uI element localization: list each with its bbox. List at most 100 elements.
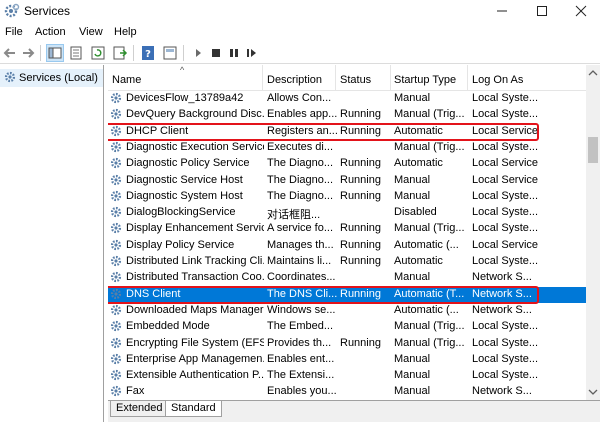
table-row[interactable]: Display Enhancement Service A service fo.… <box>108 221 586 237</box>
service-name: Extensible Authentication P... <box>126 369 264 382</box>
gear-icon <box>110 239 122 250</box>
menu-view[interactable]: View <box>79 26 103 38</box>
service-startup-type: Manual <box>394 92 431 104</box>
service-status: Running <box>340 255 381 267</box>
service-description: Coordinates... <box>267 271 336 284</box>
gear-icon <box>110 337 122 348</box>
service-name: DevicesFlow_13789a42 <box>126 92 244 104</box>
svg-text:?: ? <box>145 49 151 60</box>
service-log-on-as: Local Syste... <box>472 352 539 365</box>
vertical-scrollbar[interactable] <box>586 65 600 400</box>
service-status <box>340 92 392 107</box>
service-name: Embedded Mode <box>126 320 210 333</box>
service-name: Distributed Link Tracking Cli... <box>126 255 264 267</box>
service-status <box>340 206 392 221</box>
gear-icon <box>110 304 122 315</box>
table-row[interactable]: Fax Enables you... Manual Network S... <box>108 384 586 400</box>
highlight-box-dhcp <box>108 123 539 141</box>
service-name: Diagnostic Policy Service <box>126 157 250 170</box>
back-icon[interactable] <box>2 45 18 61</box>
service-status: Running <box>340 108 381 121</box>
table-row[interactable]: Display Policy Service Manages th... Runni… <box>108 238 586 254</box>
service-startup-type: Automatic <box>394 157 443 170</box>
tree-item-services-local[interactable]: Services (Local) <box>0 69 103 87</box>
service-startup-type: Manual <box>394 369 431 382</box>
gear-icon <box>110 158 122 169</box>
console-tree-icon[interactable] <box>46 44 64 62</box>
service-log-on-as: Local Syste... <box>472 189 539 202</box>
service-status <box>340 353 392 368</box>
gear-icon <box>110 272 122 283</box>
service-description: Enables you... <box>267 385 337 398</box>
service-name: Distributed Transaction Coo... <box>126 271 264 284</box>
window-title: Services <box>24 4 71 18</box>
table-row[interactable]: Extensible Authentication P... The Extens… <box>108 368 586 384</box>
column-header-log-on-as[interactable]: Log On As <box>468 65 586 91</box>
table-row[interactable]: Diagnostic System Host The Diagno... Runni… <box>108 189 586 205</box>
properties-icon[interactable] <box>68 45 84 61</box>
tab-extended[interactable]: Extended <box>110 401 169 417</box>
table-row[interactable]: Diagnostic Execution Service Executes di.… <box>108 140 586 156</box>
forward-icon[interactable] <box>20 45 36 61</box>
start-icon[interactable] <box>190 45 206 61</box>
column-header-description[interactable]: Description <box>263 65 336 91</box>
service-status: Running <box>340 238 381 251</box>
service-startup-type: Manual (Trig... <box>394 140 465 153</box>
table-row[interactable]: DevQuery Background Disc... Enables app..… <box>108 107 586 123</box>
menu-action[interactable]: Action <box>35 26 66 38</box>
menu-help[interactable]: Help <box>114 26 137 38</box>
gear-icon <box>110 207 122 218</box>
table-row[interactable]: Distributed Link Tracking Cli... Maintain… <box>108 254 586 270</box>
table-row[interactable]: Distributed Transaction Coo... Coordinate… <box>108 270 586 286</box>
column-header-startup-type[interactable]: Startup Type <box>391 65 468 91</box>
minimize-icon[interactable] <box>487 0 517 22</box>
export-icon[interactable] <box>112 45 128 61</box>
menu-file[interactable]: File <box>5 26 23 38</box>
show-hide-icon[interactable] <box>162 45 178 61</box>
table-row[interactable]: DevicesFlow_13789a42 Allows Con... Manual L… <box>108 91 586 107</box>
stop-icon[interactable] <box>208 45 224 61</box>
help-icon[interactable]: ? <box>140 45 156 61</box>
refresh-icon[interactable] <box>90 45 106 61</box>
pause-icon[interactable] <box>226 45 242 61</box>
service-name: Diagnostic Service Host <box>126 173 243 186</box>
service-description: Executes di... <box>267 140 334 153</box>
service-name: Display Policy Service <box>126 238 235 251</box>
table-row[interactable]: Enterprise App Managemen... Enables ent..… <box>108 352 586 368</box>
column-label: Startup Type <box>394 74 457 86</box>
service-status <box>340 271 392 286</box>
service-name: Diagnostic Execution Service <box>126 140 264 153</box>
table-row[interactable]: Embedded Mode The Embed... Manual (Trig...… <box>108 319 586 335</box>
close-icon[interactable] <box>567 0 597 22</box>
scroll-up-icon[interactable] <box>586 66 600 80</box>
service-description: The Diagno... <box>267 189 334 202</box>
service-description: A service fo... <box>267 222 334 235</box>
scroll-down-icon[interactable] <box>586 385 600 399</box>
table-row[interactable]: Downloaded Maps Manager Windows se... Auto… <box>108 303 586 319</box>
service-startup-type: Automatic (... <box>394 238 459 251</box>
column-header-name[interactable]: ^ Name <box>108 65 263 91</box>
table-row[interactable]: Diagnostic Service Host The Diagno... Runn… <box>108 173 586 189</box>
service-name: Downloaded Maps Manager <box>126 303 264 316</box>
service-startup-type: Automatic (... <box>394 303 459 316</box>
scrollbar-thumb[interactable] <box>588 137 598 163</box>
service-name: DevQuery Background Disc... <box>126 108 264 121</box>
gear-icon <box>4 71 16 83</box>
service-name: DialogBlockingService <box>126 206 236 219</box>
restart-icon[interactable] <box>244 45 260 61</box>
service-startup-type: Manual <box>394 352 431 365</box>
toolbar-separator <box>183 45 184 61</box>
service-log-on-as: Local Service <box>472 173 539 186</box>
table-row[interactable]: DialogBlockingService 对话框阻... Disabled Loca… <box>108 205 586 221</box>
table-row[interactable]: Diagnostic Policy Service The Diagno... Ru… <box>108 156 586 172</box>
service-status: Running <box>340 336 381 349</box>
service-description: The Diagno... <box>267 173 334 186</box>
tab-standard[interactable]: Standard <box>165 401 222 417</box>
service-log-on-as: Local Syste... <box>472 336 539 349</box>
table-row[interactable]: Encrypting File System (EFS) Provides th.… <box>108 336 586 352</box>
service-log-on-as: Network S... <box>472 303 532 316</box>
service-startup-type: Manual (Trig... <box>394 222 465 235</box>
column-header-status[interactable]: Status <box>336 65 391 91</box>
list-header: ^ Name Description Status Startup Type L… <box>108 65 586 91</box>
maximize-icon[interactable] <box>527 0 557 22</box>
